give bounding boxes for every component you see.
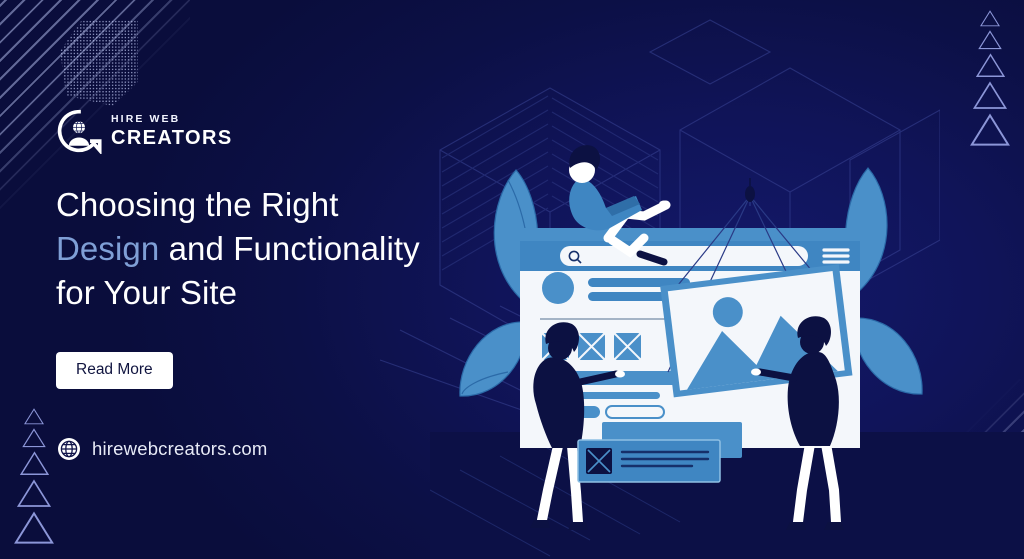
headline-line-1: Choosing the Right [56, 186, 339, 223]
brand-logo[interactable]: HIRE WEB CREATORS [56, 108, 233, 154]
logo-text: HIRE WEB CREATORS [111, 114, 233, 148]
card-thumbnail-x-icon [586, 448, 612, 474]
logo-line-2: CREATORS [111, 126, 233, 149]
hero-banner: HIRE WEB CREATORS Choosing the Right Des… [0, 0, 1024, 559]
url-label: hirewebcreators.com [92, 438, 268, 459]
circle-avatar-placeholder [542, 272, 574, 304]
cable-anchor-pin [745, 178, 755, 202]
website-url[interactable]: hirewebcreators.com [57, 437, 268, 461]
headline-accent-word: Design [56, 229, 160, 267]
globe-icon [58, 438, 80, 460]
globe-person-in-ring-icon [57, 109, 102, 154]
headline-line-3: for Your Site [56, 273, 238, 311]
text-bar [588, 292, 668, 301]
page-title: Choosing the Right Design and Functional… [56, 183, 476, 315]
banner-content: HIRE WEB CREATORS Choosing the Right Des… [0, 0, 470, 559]
hero-illustration [430, 145, 1024, 559]
logo-line-1: HIRE WEB [111, 113, 181, 126]
read-more-button[interactable]: Read More [56, 352, 173, 389]
bottom-card-front [577, 439, 721, 483]
headline-line-2-rest: and Functionality [159, 229, 420, 267]
